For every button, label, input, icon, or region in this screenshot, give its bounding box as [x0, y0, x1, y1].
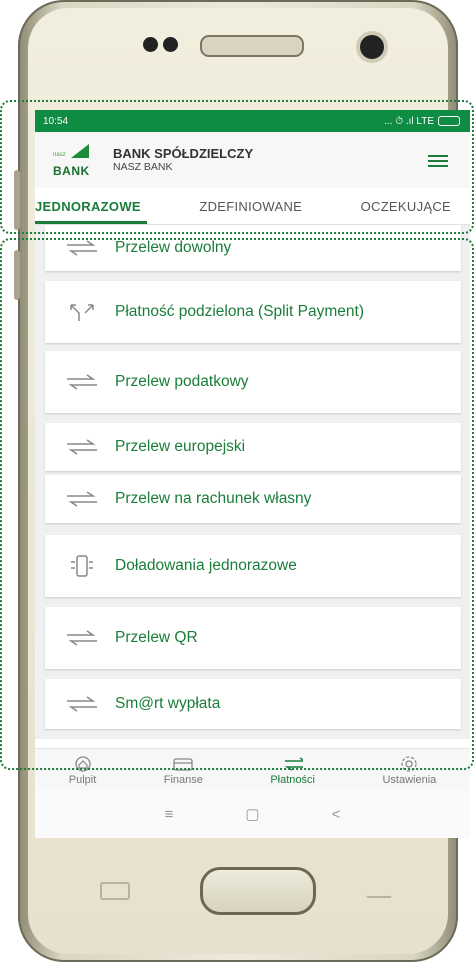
recent-hardware-key-icon — [100, 882, 130, 900]
highlight-payments-area — [0, 238, 474, 770]
sensor-icon — [143, 37, 158, 52]
sensor-icon — [163, 37, 178, 52]
back-system-button[interactable]: < — [332, 806, 341, 823]
front-camera-icon — [360, 35, 384, 59]
system-navigation-bar: ≡ ▢ < — [35, 790, 470, 838]
home-system-button[interactable]: ▢ — [245, 805, 259, 823]
recent-apps-button[interactable]: ≡ — [165, 806, 174, 823]
home-hardware-button[interactable] — [200, 867, 316, 915]
earpiece-speaker — [200, 35, 304, 57]
back-hardware-key-icon — [366, 882, 392, 898]
highlight-header-area — [0, 100, 474, 234]
